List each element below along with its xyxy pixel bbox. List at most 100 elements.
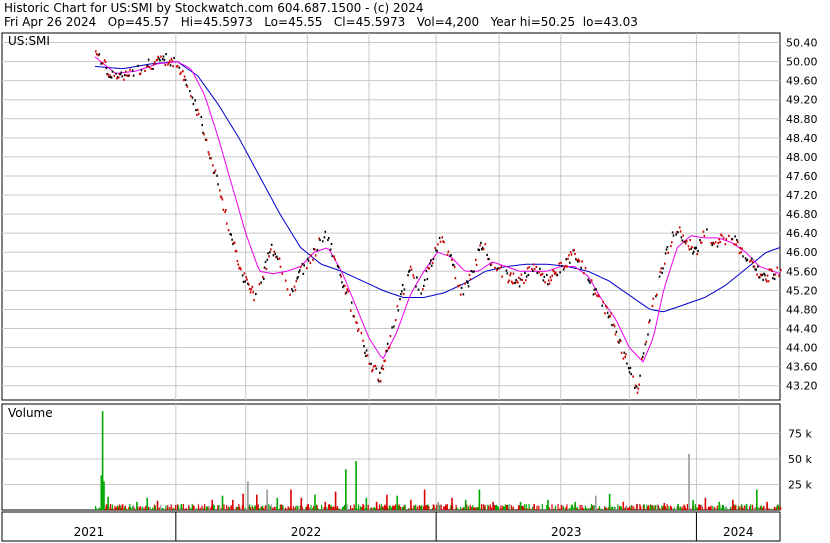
volume-spike-bar <box>314 494 316 510</box>
price-point <box>95 50 97 53</box>
volume-bar <box>551 504 553 510</box>
price-point <box>551 274 553 277</box>
price-point <box>490 263 493 266</box>
price-point <box>347 290 349 293</box>
price-point <box>216 174 218 177</box>
volume-bar <box>400 506 402 510</box>
price-point <box>706 228 708 231</box>
price-point <box>219 189 221 192</box>
volume-bar <box>162 508 164 510</box>
price-tick-label: 50.40 <box>786 37 818 50</box>
price-point <box>165 53 167 56</box>
price-point <box>327 238 329 242</box>
price-point <box>542 279 545 282</box>
price-point <box>148 66 151 69</box>
price-point <box>412 274 414 277</box>
price-point <box>578 260 581 263</box>
price-point <box>614 333 617 336</box>
volume-spike-bar <box>107 496 109 510</box>
price-point <box>201 124 203 127</box>
volume-bar <box>600 508 602 510</box>
price-point <box>274 252 276 255</box>
price-point <box>129 68 131 71</box>
price-point <box>378 380 380 383</box>
price-point <box>436 249 438 252</box>
price-tick-label: 44.80 <box>786 303 818 316</box>
price-point <box>170 57 173 60</box>
price-point <box>498 267 501 270</box>
volume-tick-label: 75 k <box>788 428 812 441</box>
volume-bar <box>538 505 540 510</box>
price-point <box>310 254 312 257</box>
price-point <box>604 312 606 315</box>
price-point <box>316 249 319 252</box>
volume-bar <box>644 508 646 510</box>
volume-bar <box>763 505 765 510</box>
volume-bar <box>459 507 462 510</box>
volume-bar <box>310 505 312 510</box>
price-point <box>450 254 452 257</box>
price-point <box>696 253 699 256</box>
price-point <box>768 268 771 271</box>
volume-bar <box>559 508 561 510</box>
price-point <box>306 257 309 260</box>
price-point <box>173 56 175 60</box>
price-point <box>284 279 287 282</box>
price-point <box>410 268 413 271</box>
price-point <box>733 243 735 246</box>
price-point <box>429 262 431 265</box>
price-point <box>117 76 120 79</box>
price-point <box>362 339 364 342</box>
price-point <box>340 275 342 278</box>
price-point <box>778 274 780 277</box>
volume-bar <box>285 508 287 510</box>
price-point <box>632 375 634 378</box>
price-point <box>314 248 316 251</box>
price-point <box>225 209 227 212</box>
price-point <box>527 273 530 276</box>
price-point <box>252 291 254 294</box>
price-point <box>494 266 496 269</box>
price-point <box>415 285 417 288</box>
price-point <box>190 95 192 98</box>
price-point <box>364 351 366 354</box>
volume-spike-bar <box>375 501 378 510</box>
price-point <box>479 244 481 247</box>
volume-bar <box>338 508 340 510</box>
price-point <box>581 260 583 263</box>
volume-bar <box>95 508 98 510</box>
price-point <box>153 61 156 64</box>
price-point <box>353 315 356 318</box>
volume-spike-bar <box>247 481 249 510</box>
volume-bar <box>258 508 260 510</box>
price-point <box>689 238 691 242</box>
price-point <box>564 264 567 268</box>
volume-bar <box>295 505 297 510</box>
price-point <box>123 78 125 81</box>
price-point <box>346 288 349 291</box>
price-point <box>734 235 736 238</box>
price-point <box>203 133 205 136</box>
price-point <box>443 241 445 244</box>
price-point <box>678 226 681 229</box>
price-point <box>662 267 664 270</box>
price-point <box>379 371 381 374</box>
price-point <box>590 279 593 282</box>
price-point <box>384 359 386 362</box>
volume-bar <box>488 505 490 510</box>
price-point <box>671 231 674 234</box>
volume-bar <box>768 508 770 510</box>
price-point <box>714 241 717 244</box>
price-point <box>569 261 571 264</box>
price-tick-label: 43.60 <box>786 361 818 374</box>
price-point <box>661 271 663 274</box>
price-point <box>541 272 544 275</box>
volume-spike-bar <box>766 501 768 510</box>
price-point <box>236 260 239 263</box>
price-point <box>766 274 769 277</box>
price-point <box>543 275 546 278</box>
price-point <box>231 238 233 241</box>
price-point <box>762 278 764 281</box>
price-point <box>277 257 279 261</box>
price-point <box>365 349 368 352</box>
